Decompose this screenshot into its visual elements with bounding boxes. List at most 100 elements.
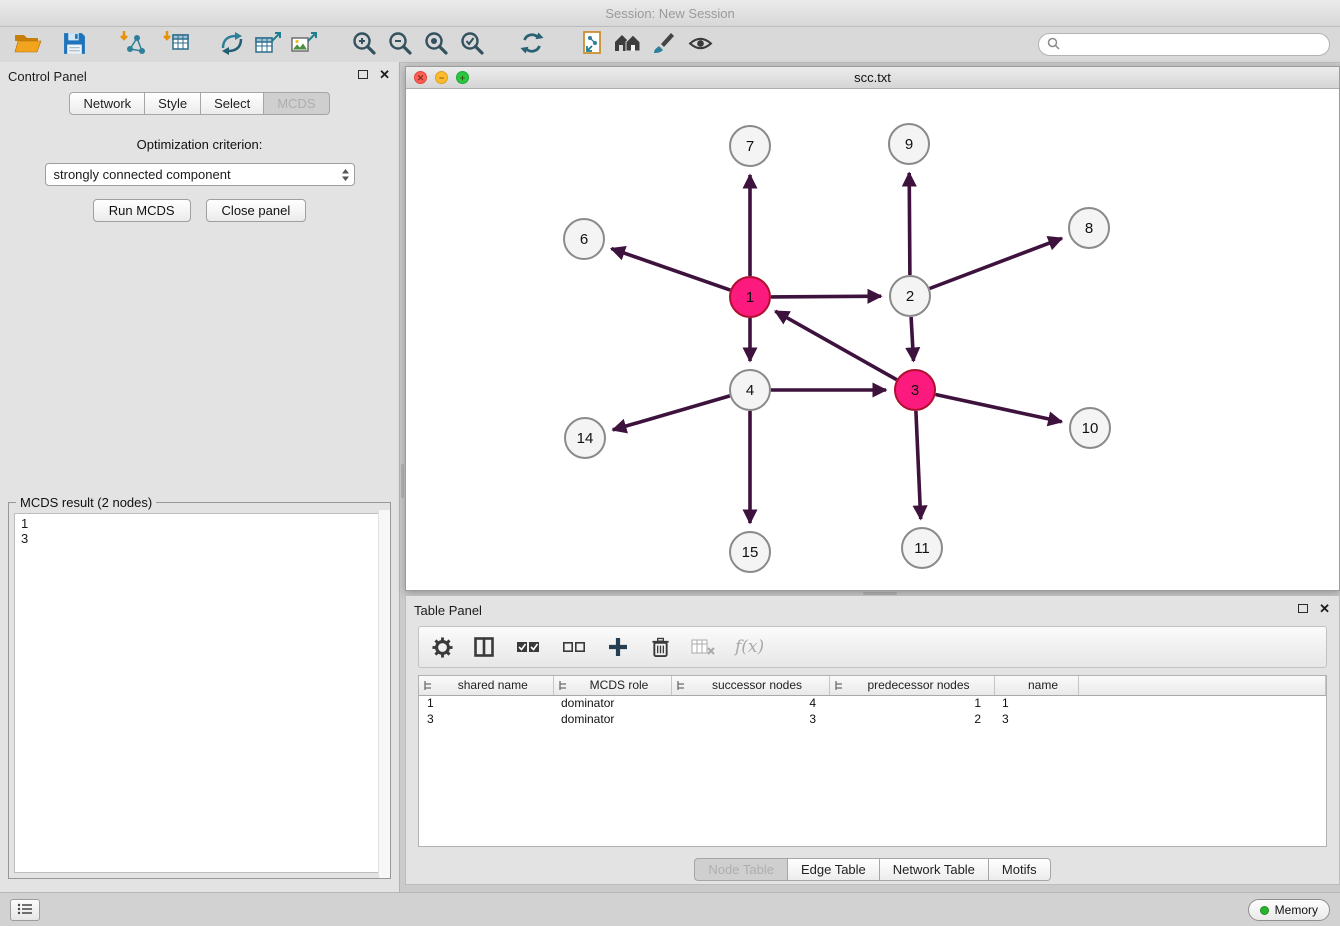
export-image-button[interactable] [286,30,322,60]
delete-table-icon[interactable] [691,634,715,660]
table-cell[interactable]: 4 [671,695,829,711]
tab-edge-table[interactable]: Edge Table [788,858,880,881]
column-successor-nodes[interactable]: successor nodes [671,676,829,695]
close-table-panel-icon[interactable]: ✕ [1319,603,1330,614]
maximize-window-icon[interactable]: + [456,71,469,84]
function-builder-icon[interactable]: f(x) [735,634,764,660]
clone-network-button[interactable] [574,30,610,60]
graph-node-7[interactable]: 7 [730,126,770,166]
graph-node-14[interactable]: 14 [565,418,605,458]
open-session-button[interactable] [10,30,46,60]
window-titlebar[interactable]: Session: New Session [0,0,1340,27]
network-window-titlebar[interactable]: ✕ − + scc.txt [406,67,1339,89]
import-table-button[interactable] [158,30,194,60]
run-mcds-button[interactable]: Run MCDS [93,199,191,222]
zoom-in-button[interactable] [346,30,382,60]
table-cell[interactable]: 1 [419,695,553,711]
column-shared-name[interactable]: shared name [419,676,553,695]
graph-node-3[interactable]: 3 [895,370,935,410]
zoom-selected-button[interactable] [454,30,490,60]
table-cell[interactable]: 3 [419,711,553,727]
table-cell[interactable]: 1 [829,695,994,711]
delete-row-icon[interactable] [649,634,671,660]
minimize-window-icon[interactable]: − [435,71,448,84]
panel-menu-button[interactable] [10,899,40,921]
table-row[interactable]: 3dominator323 [419,711,1326,727]
result-scrollbar[interactable] [378,510,390,878]
network-view[interactable]: 7 9 6 8 1 2 4 3 14 10 15 11 [406,89,1339,590]
export-network-button[interactable] [214,30,250,60]
apply-style-button[interactable] [646,30,682,60]
graph-node-1[interactable]: 1 [730,277,770,317]
export-table-button[interactable] [250,30,286,60]
column-options-icon[interactable] [676,680,686,695]
graph-edge-4-14[interactable] [613,396,730,430]
graph-edge-2-9[interactable] [909,173,910,275]
graph-node-15[interactable]: 15 [730,532,770,572]
graph-node-4[interactable]: 4 [730,370,770,410]
zoom-out-button[interactable] [382,30,418,60]
graph-edge-2-3[interactable] [911,317,913,361]
add-row-icon[interactable] [607,634,629,660]
criterion-dropdown[interactable]: strongly connected component [45,163,355,186]
first-neighbors-button[interactable] [610,30,646,60]
column-options-icon[interactable] [423,680,433,695]
graph-node-10[interactable]: 10 [1070,408,1110,448]
column-options-icon[interactable] [558,680,568,695]
table-cell[interactable]: 3 [671,711,829,727]
graph-node-label: 15 [742,544,759,561]
graph-node-2[interactable]: 2 [890,276,930,316]
graph-edge-1-2[interactable] [771,296,881,297]
search-input[interactable] [1065,38,1321,52]
mcds-result-title: MCDS result (2 nodes) [16,495,156,510]
tab-mcds[interactable]: MCDS [264,92,329,115]
network-window-title: scc.txt [854,70,891,85]
close-panel-icon[interactable]: ✕ [379,69,390,80]
column-predecessor-nodes[interactable]: predecessor nodes [829,676,994,695]
graph-edge-3-1[interactable] [775,311,896,380]
close-panel-button[interactable]: Close panel [206,199,307,222]
table-cell[interactable]: 1 [994,695,1078,711]
zoom-fit-button[interactable] [418,30,454,60]
settings-gear-icon[interactable] [431,634,453,660]
toolbar-search[interactable] [1038,33,1330,56]
graph-node-11[interactable]: 11 [902,528,942,568]
tab-network[interactable]: Network [69,92,145,115]
show-hide-button[interactable] [682,30,718,60]
table-cell[interactable]: dominator [553,711,671,727]
tab-motifs[interactable]: Motifs [989,858,1051,881]
import-network-button[interactable] [114,30,150,60]
graph-edge-3-10[interactable] [936,395,1062,422]
graph-node-6[interactable]: 6 [564,219,604,259]
apply-style-icon [651,30,677,59]
column-mcds-role[interactable]: MCDS role [553,676,671,695]
close-window-icon[interactable]: ✕ [414,71,427,84]
show-columns-icon[interactable] [473,634,495,660]
table-cell[interactable]: dominator [553,695,671,711]
table-row[interactable]: 1dominator411 [419,695,1326,711]
open-session-icon [14,31,42,58]
float-panel-icon[interactable] [358,70,368,79]
graph-node-9[interactable]: 9 [889,124,929,164]
select-all-icon[interactable] [515,634,541,660]
apply-layout-button[interactable] [514,30,550,60]
memory-button[interactable]: Memory [1248,899,1330,921]
save-session-button[interactable] [56,30,92,60]
tab-node-table[interactable]: Node Table [694,858,788,881]
deselect-all-icon[interactable] [561,634,587,660]
column-options-icon[interactable] [834,680,844,695]
graph-node-label: 4 [746,382,754,399]
table-cell[interactable]: 3 [994,711,1078,727]
table-cell[interactable]: 2 [829,711,994,727]
graph-node-8[interactable]: 8 [1069,208,1109,248]
graph-edge-1-6[interactable] [611,249,730,291]
tab-network-table[interactable]: Network Table [880,858,989,881]
float-table-panel-icon[interactable] [1298,604,1308,613]
network-graph[interactable]: 7 9 6 8 1 2 4 3 14 10 15 11 [406,89,1339,590]
column-name[interactable]: name [994,676,1078,695]
tab-select[interactable]: Select [201,92,264,115]
tab-style[interactable]: Style [145,92,201,115]
graph-edge-3-11[interactable] [916,411,921,519]
mcds-result-text[interactable]: 1 3 [14,513,385,873]
graph-edge-2-8[interactable] [930,238,1062,288]
